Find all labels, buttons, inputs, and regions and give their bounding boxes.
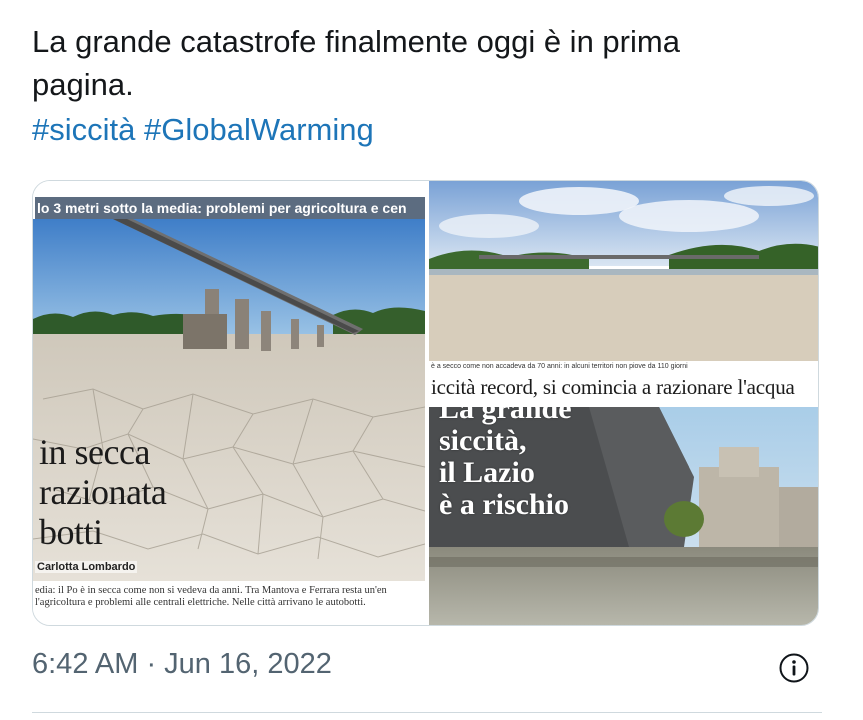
tweet-text: La grande catastrofe finalmente oggi è i… bbox=[32, 20, 832, 106]
tweet-text-line-1: La grande catastrofe finalmente oggi è i… bbox=[32, 24, 680, 59]
dry-river-wide-photo bbox=[429, 181, 818, 361]
top-right-headline: iccità record, si comincia a razionare l… bbox=[431, 375, 795, 399]
media-image-left[interactable]: lo 3 metri sotto la media: problemi per … bbox=[33, 181, 425, 625]
tweet-text-line-2: pagina. bbox=[32, 67, 134, 102]
media-image-bottom-right[interactable]: La grande siccità, il Lazio è a rischio bbox=[429, 407, 818, 625]
info-circle-icon[interactable] bbox=[778, 652, 810, 684]
left-caption-line-1: edia: il Po è in secca come non si vedev… bbox=[35, 585, 387, 596]
hashtags: #siccità #GlobalWarming bbox=[32, 110, 374, 150]
left-caption: edia: il Po è in secca come non si vedev… bbox=[33, 581, 425, 625]
bottom-divider bbox=[32, 712, 822, 713]
left-author: Carlotta Lombardo bbox=[35, 561, 138, 573]
top-right-caption: è a secco come non accadeva da 70 anni: … bbox=[431, 363, 688, 370]
hashtag-global-warming[interactable]: #GlobalWarming bbox=[144, 112, 374, 147]
left-title-line-1: in secca bbox=[39, 432, 150, 472]
bottom-right-title-line-1: La grande bbox=[439, 407, 572, 425]
newspaper-top-headline: lo 3 metri sotto la media: problemi per … bbox=[35, 197, 425, 219]
media-grid: lo 3 metri sotto la media: problemi per … bbox=[32, 180, 819, 626]
left-caption-line-2: l'agricoltura e problemi alle centrali e… bbox=[35, 597, 366, 608]
left-title-line-3: botti bbox=[39, 512, 103, 552]
media-image-top-right[interactable]: è a secco come non accadeva da 70 anni: … bbox=[429, 181, 818, 403]
bottom-right-title-line-4: è a rischio bbox=[439, 488, 569, 521]
hashtag-siccita[interactable]: #siccità bbox=[32, 112, 135, 147]
left-title-line-2: razionata bbox=[39, 472, 167, 512]
tweet-timestamp[interactable]: 6:42 AM · Jun 16, 2022 bbox=[32, 648, 332, 681]
bottom-right-title-line-3: il Lazio bbox=[439, 456, 535, 489]
bottom-right-title-line-2: siccità, bbox=[439, 424, 527, 457]
